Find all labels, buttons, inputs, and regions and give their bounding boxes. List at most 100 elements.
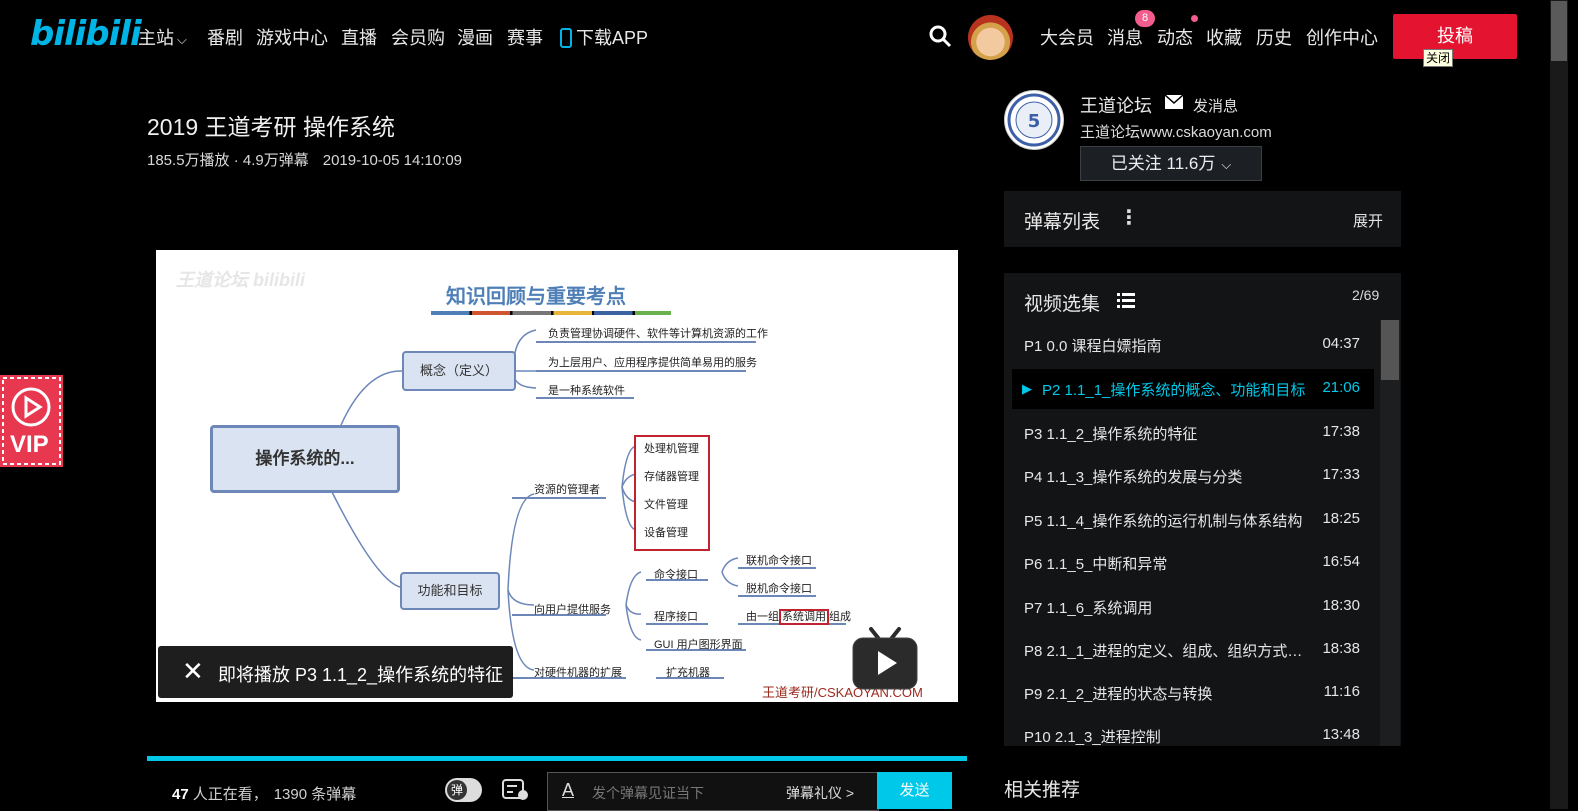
chevron-down-icon: ⌵ (177, 32, 187, 47)
font-style-icon[interactable]: A (562, 780, 574, 801)
messages-badge: 8 (1135, 10, 1155, 27)
danmu-toggle[interactable]: 弹 (445, 778, 482, 802)
episode-list-panel: 视频选集 2/69 P1 0.0 课程白嫖指南 04:37 ▶ P2 1.1_1_操… (1004, 273, 1401, 746)
nav-game-center[interactable]: 游戏中心 (256, 24, 328, 50)
episode-duration: 18:30 (1322, 597, 1360, 614)
mindmap-goals: 功能和目标 (400, 572, 500, 610)
vip-float-badge[interactable]: VIP (0, 375, 63, 467)
follow-button[interactable]: 已关注 11.6万 ⌵ (1080, 146, 1262, 181)
upload-button[interactable]: 投稿 (1393, 14, 1517, 59)
episode-item-p8[interactable]: P8 2.1_1_进程的定义、组成、组织方式… 18:38 (1024, 630, 1374, 670)
send-danmu-button[interactable]: 发送 (877, 772, 952, 809)
expand-machine: 扩充机器 (666, 667, 710, 679)
prog-desc-prefix: 由一组 (746, 611, 779, 623)
episode-duration: 11:16 (1323, 683, 1360, 700)
episode-item-p5[interactable]: P5 1.1_4_操作系统的运行机制与体系结构 18:25 (1024, 500, 1374, 540)
episode-item-p10[interactable]: P10 2.1_3_进程控制 13:48 (1024, 716, 1374, 746)
episode-title: P1 0.0 课程白嫖指南 (1024, 338, 1162, 355)
danmu-etiquette-link[interactable]: 弹幕礼仪 > (786, 783, 854, 803)
nav-live[interactable]: 直播 (341, 24, 377, 50)
episode-scrollbar-thumb[interactable] (1381, 320, 1399, 380)
resource-item: 存储器管理 (644, 471, 699, 483)
page-scrollbar-thumb[interactable] (1551, 1, 1567, 61)
nav-favorites[interactable]: 收藏 (1206, 24, 1242, 50)
nav-anime[interactable]: 番剧 (207, 24, 243, 50)
uploader-name[interactable]: 王道论坛 (1080, 92, 1152, 118)
uploader-description: 王道论坛www.cskaoyan.com (1080, 124, 1272, 141)
episode-duration: 16:54 (1322, 553, 1360, 570)
nav-esports[interactable]: 赛事 (507, 24, 543, 50)
danmu-placeholder: 发个弹幕见证当下 (592, 785, 704, 801)
next-episode-text: 即将播放 P3 1.1_2_操作系统的特征 (218, 665, 504, 685)
uploader-avatar[interactable]: 5 (1004, 90, 1064, 150)
nav-manga[interactable]: 漫画 (457, 24, 493, 50)
resource-manager: 资源的管理者 (534, 484, 600, 496)
prog-desc-suffix: 组成 (829, 611, 851, 623)
cmd-interface: 命令接口 (654, 569, 698, 581)
episode-duration: 21:06 (1322, 379, 1360, 396)
episode-item-p2[interactable]: ▶ P2 1.1_1_操作系统的概念、功能和目标 21:06 (1012, 369, 1374, 409)
watching-text: 人正在看， (192, 786, 268, 803)
tooltip: 关闭 (1423, 49, 1454, 67)
nav-shop[interactable]: 会员购 (391, 24, 445, 50)
prog-interface: 程序接口 (654, 611, 698, 623)
episode-item-p6[interactable]: P6 1.1_5_中断和异常 16:54 (1024, 543, 1374, 583)
video-progress-bar[interactable] (147, 756, 967, 761)
phone-icon (560, 28, 572, 48)
nav-main-station[interactable]: 主站 ⌵ (138, 24, 187, 50)
next-episode-popup[interactable]: ✕ 即将播放 P3 1.1_2_操作系统的特征 (158, 646, 513, 698)
concept-item: 是一种系统软件 (548, 385, 625, 397)
prog-desc-highlight: 系统调用 (779, 609, 829, 625)
gui-item: GUI 用户图形界面 (654, 639, 743, 651)
episode-scrollbar[interactable] (1380, 320, 1400, 746)
page-scrollbar[interactable] (1550, 0, 1568, 809)
resource-item: 处理机管理 (644, 443, 699, 455)
danmu-settings-icon[interactable] (502, 778, 530, 807)
episode-duration: 13:48 (1322, 726, 1360, 743)
video-stats: 185.5万播放 · 4.9万弹幕 (147, 152, 309, 169)
nav-big-vip[interactable]: 大会员 (1040, 24, 1094, 50)
episode-item-p4[interactable]: P4 1.1_3_操作系统的发展与分类 17:33 (1024, 456, 1374, 496)
danmu-count: 1390 条弹幕 (273, 786, 357, 803)
danmu-expand-button[interactable]: 展开 (1353, 210, 1383, 231)
send-message-link[interactable]: 发消息 (1193, 95, 1238, 116)
episode-item-p9[interactable]: P9 2.1_2_进程的状态与转换 11:16 (1024, 673, 1374, 713)
episode-title: P9 2.1_2_进程的状态与转换 (1024, 686, 1213, 703)
episode-title: P5 1.1_4_操作系统的运行机制与体系结构 (1024, 513, 1303, 530)
vip-label: VIP (10, 431, 49, 458)
episode-list-title: 视频选集 (1024, 294, 1101, 315)
nav-download-app[interactable]: 下载APP (560, 24, 648, 50)
danmu-toggle-knob: 弹 (447, 780, 467, 800)
nav-history[interactable]: 历史 (1256, 24, 1292, 50)
chevron-down-icon: ⌵ (1221, 157, 1232, 172)
episode-title: P8 2.1_1_进程的定义、组成、组织方式… (1024, 643, 1303, 660)
episode-title: P7 1.1_6_系统调用 (1024, 600, 1153, 617)
episode-item-p1[interactable]: P1 0.0 课程白嫖指南 04:37 (1024, 325, 1374, 365)
episode-duration: 18:25 (1322, 510, 1360, 527)
episode-item-p3[interactable]: P3 1.1_2_操作系统的特征 17:38 (1024, 413, 1374, 453)
watching-count: 47 (172, 786, 189, 803)
episode-item-p7[interactable]: P7 1.1_6_系统调用 18:30 (1024, 587, 1374, 627)
danmu-list-panel[interactable]: 弹幕列表 ⋮ 展开 (1004, 191, 1401, 247)
episode-title: P10 2.1_3_进程控制 (1024, 729, 1161, 746)
episode-title: P6 1.1_5_中断和异常 (1024, 556, 1168, 573)
nav-messages[interactable]: 消息 (1107, 24, 1143, 50)
nav-creator-center[interactable]: 创作中心 (1306, 24, 1378, 50)
search-icon[interactable] (928, 24, 952, 53)
mindmap-concept: 概念（定义） (402, 351, 516, 391)
episode-duration: 04:37 (1322, 335, 1360, 352)
resource-item: 文件管理 (644, 499, 688, 511)
danmu-input[interactable]: A 发个弹幕见证当下 弹幕礼仪 > (547, 772, 879, 811)
list-view-icon[interactable] (1117, 293, 1135, 313)
nav-dynamics[interactable]: 动态 (1157, 24, 1193, 50)
user-avatar[interactable] (968, 15, 1013, 60)
bilibili-logo[interactable]: bilibili (30, 14, 142, 54)
more-options-icon[interactable]: ⋮ (1119, 205, 1139, 230)
concept-item: 为上层用户、应用程序提供简单易用的服务 (548, 357, 757, 369)
dynamics-dot (1191, 15, 1198, 22)
mail-icon[interactable] (1164, 94, 1184, 114)
play-tv-icon[interactable] (851, 627, 919, 691)
close-icon[interactable]: ✕ (182, 657, 204, 685)
video-title: 2019 王道考研 操作系统 (147, 114, 395, 140)
prog-interface-desc: 由一组 系统调用 组成 (746, 608, 851, 625)
